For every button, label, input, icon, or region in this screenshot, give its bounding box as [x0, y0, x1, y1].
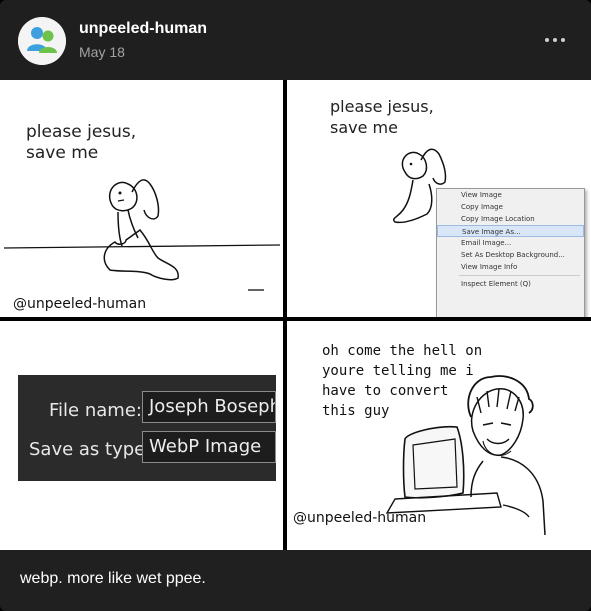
post-header: unpeeled-human May 18 — [0, 0, 591, 80]
file-name-field[interactable]: Joseph Boseph — [142, 391, 276, 423]
context-menu-item[interactable]: Inspect Element (Q) — [437, 278, 584, 290]
comic-panel-1: please jesus, save me @unpeeled-human — [0, 80, 283, 317]
more-options-icon[interactable] — [540, 26, 570, 54]
panel1-watermark: @unpeeled-human — [13, 296, 147, 312]
context-menu-item[interactable]: View Image — [437, 189, 584, 201]
comic-panel-2: please jesus, save me View Image Copy Im… — [287, 80, 591, 317]
post-date[interactable]: May 18 — [79, 44, 125, 60]
comic-image[interactable]: please jesus, save me @unpeeled-human pl… — [0, 80, 591, 550]
stick-figure-drawing — [3, 179, 281, 291]
comic-panel-4: oh come the hell on youre telling me i h… — [287, 321, 591, 550]
save-as-type-label: Save as type: — [29, 439, 152, 460]
post-caption: webp. more like wet ppee. — [20, 570, 206, 587]
post-caption-area: webp. more like wet ppee. — [0, 550, 591, 611]
context-menu-item[interactable]: Copy Image Location — [437, 213, 584, 225]
post-card: unpeeled-human May 18 please jesus, save… — [0, 0, 591, 611]
file-name-label: File name: — [49, 400, 142, 421]
post-username[interactable]: unpeeled-human — [79, 20, 207, 38]
context-menu-item[interactable]: View Image Info — [437, 261, 584, 273]
context-menu-item[interactable]: Set As Desktop Background... — [437, 249, 584, 261]
browser-context-menu: View Image Copy Image Copy Image Locatio… — [436, 188, 585, 317]
msn-messenger-avatar-icon[interactable] — [18, 17, 66, 65]
save-dialog: File name: Joseph Boseph Save as type: W… — [18, 375, 276, 481]
context-menu-item-highlighted[interactable]: Save Image As... — [437, 225, 584, 237]
context-menu-item[interactable]: Copy Image — [437, 201, 584, 213]
panel4-watermark: @unpeeled-human — [293, 510, 427, 526]
context-menu-item[interactable]: Email Image... — [437, 237, 584, 249]
context-menu-divider — [459, 275, 580, 276]
save-as-type-select[interactable]: WebP Image — [142, 431, 276, 463]
comic-panel-3: File name: Joseph Boseph Save as type: W… — [0, 321, 283, 550]
